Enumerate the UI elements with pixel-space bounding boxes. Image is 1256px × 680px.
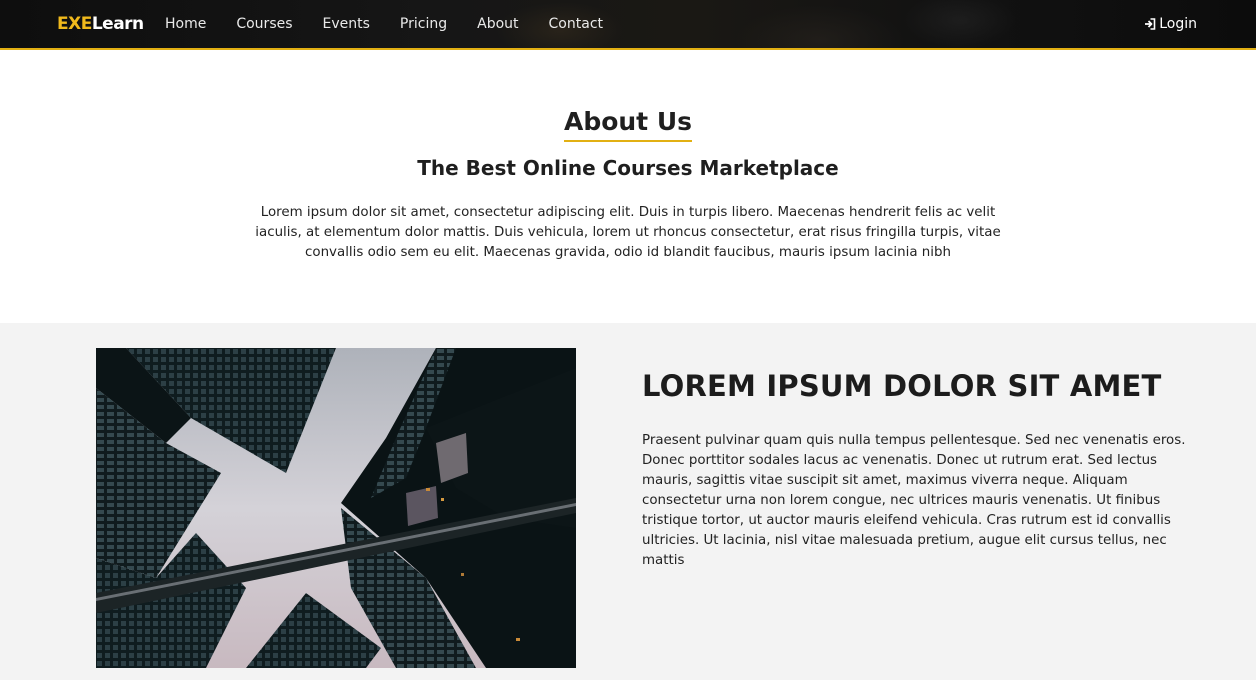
- about-subtitle: The Best Online Courses Marketplace: [417, 156, 839, 180]
- nav-pricing[interactable]: Pricing: [400, 0, 447, 48]
- top-navbar: EXELearn Home Courses Events Pricing Abo…: [0, 0, 1256, 50]
- logo-suffix: Learn: [91, 14, 144, 34]
- main-nav: Home Courses Events Pricing About Contac…: [165, 0, 633, 48]
- sign-in-icon: [1145, 18, 1156, 30]
- about-title: About Us: [563, 106, 693, 142]
- site-logo[interactable]: EXELearn: [57, 13, 144, 35]
- feature-text: Praesent pulvinar quam quis nulla tempus…: [642, 433, 1186, 568]
- about-heading: About Us: [0, 100, 1256, 142]
- login-label: Login: [1159, 16, 1197, 32]
- skyscrapers-illustration: [96, 348, 576, 668]
- nav-contact[interactable]: Contact: [549, 0, 603, 48]
- about-text: Lorem ipsum dolor sit amet, consectetur …: [255, 205, 1001, 260]
- nav-home[interactable]: Home: [165, 0, 206, 48]
- nav-courses[interactable]: Courses: [236, 0, 292, 48]
- nav-about[interactable]: About: [477, 0, 518, 48]
- about-section: About Us The Best Online Courses Marketp…: [0, 50, 1256, 323]
- skyscrapers-image: [96, 348, 576, 668]
- feature-title: LOREM IPSUM DOLOR SIT AMET: [642, 369, 1162, 403]
- logo-prefix: EXE: [57, 14, 92, 34]
- nav-events[interactable]: Events: [323, 0, 370, 48]
- login-button[interactable]: Login: [1144, 0, 1197, 48]
- feature-section: LOREM IPSUM DOLOR SIT AMET Praesent pulv…: [0, 323, 1256, 680]
